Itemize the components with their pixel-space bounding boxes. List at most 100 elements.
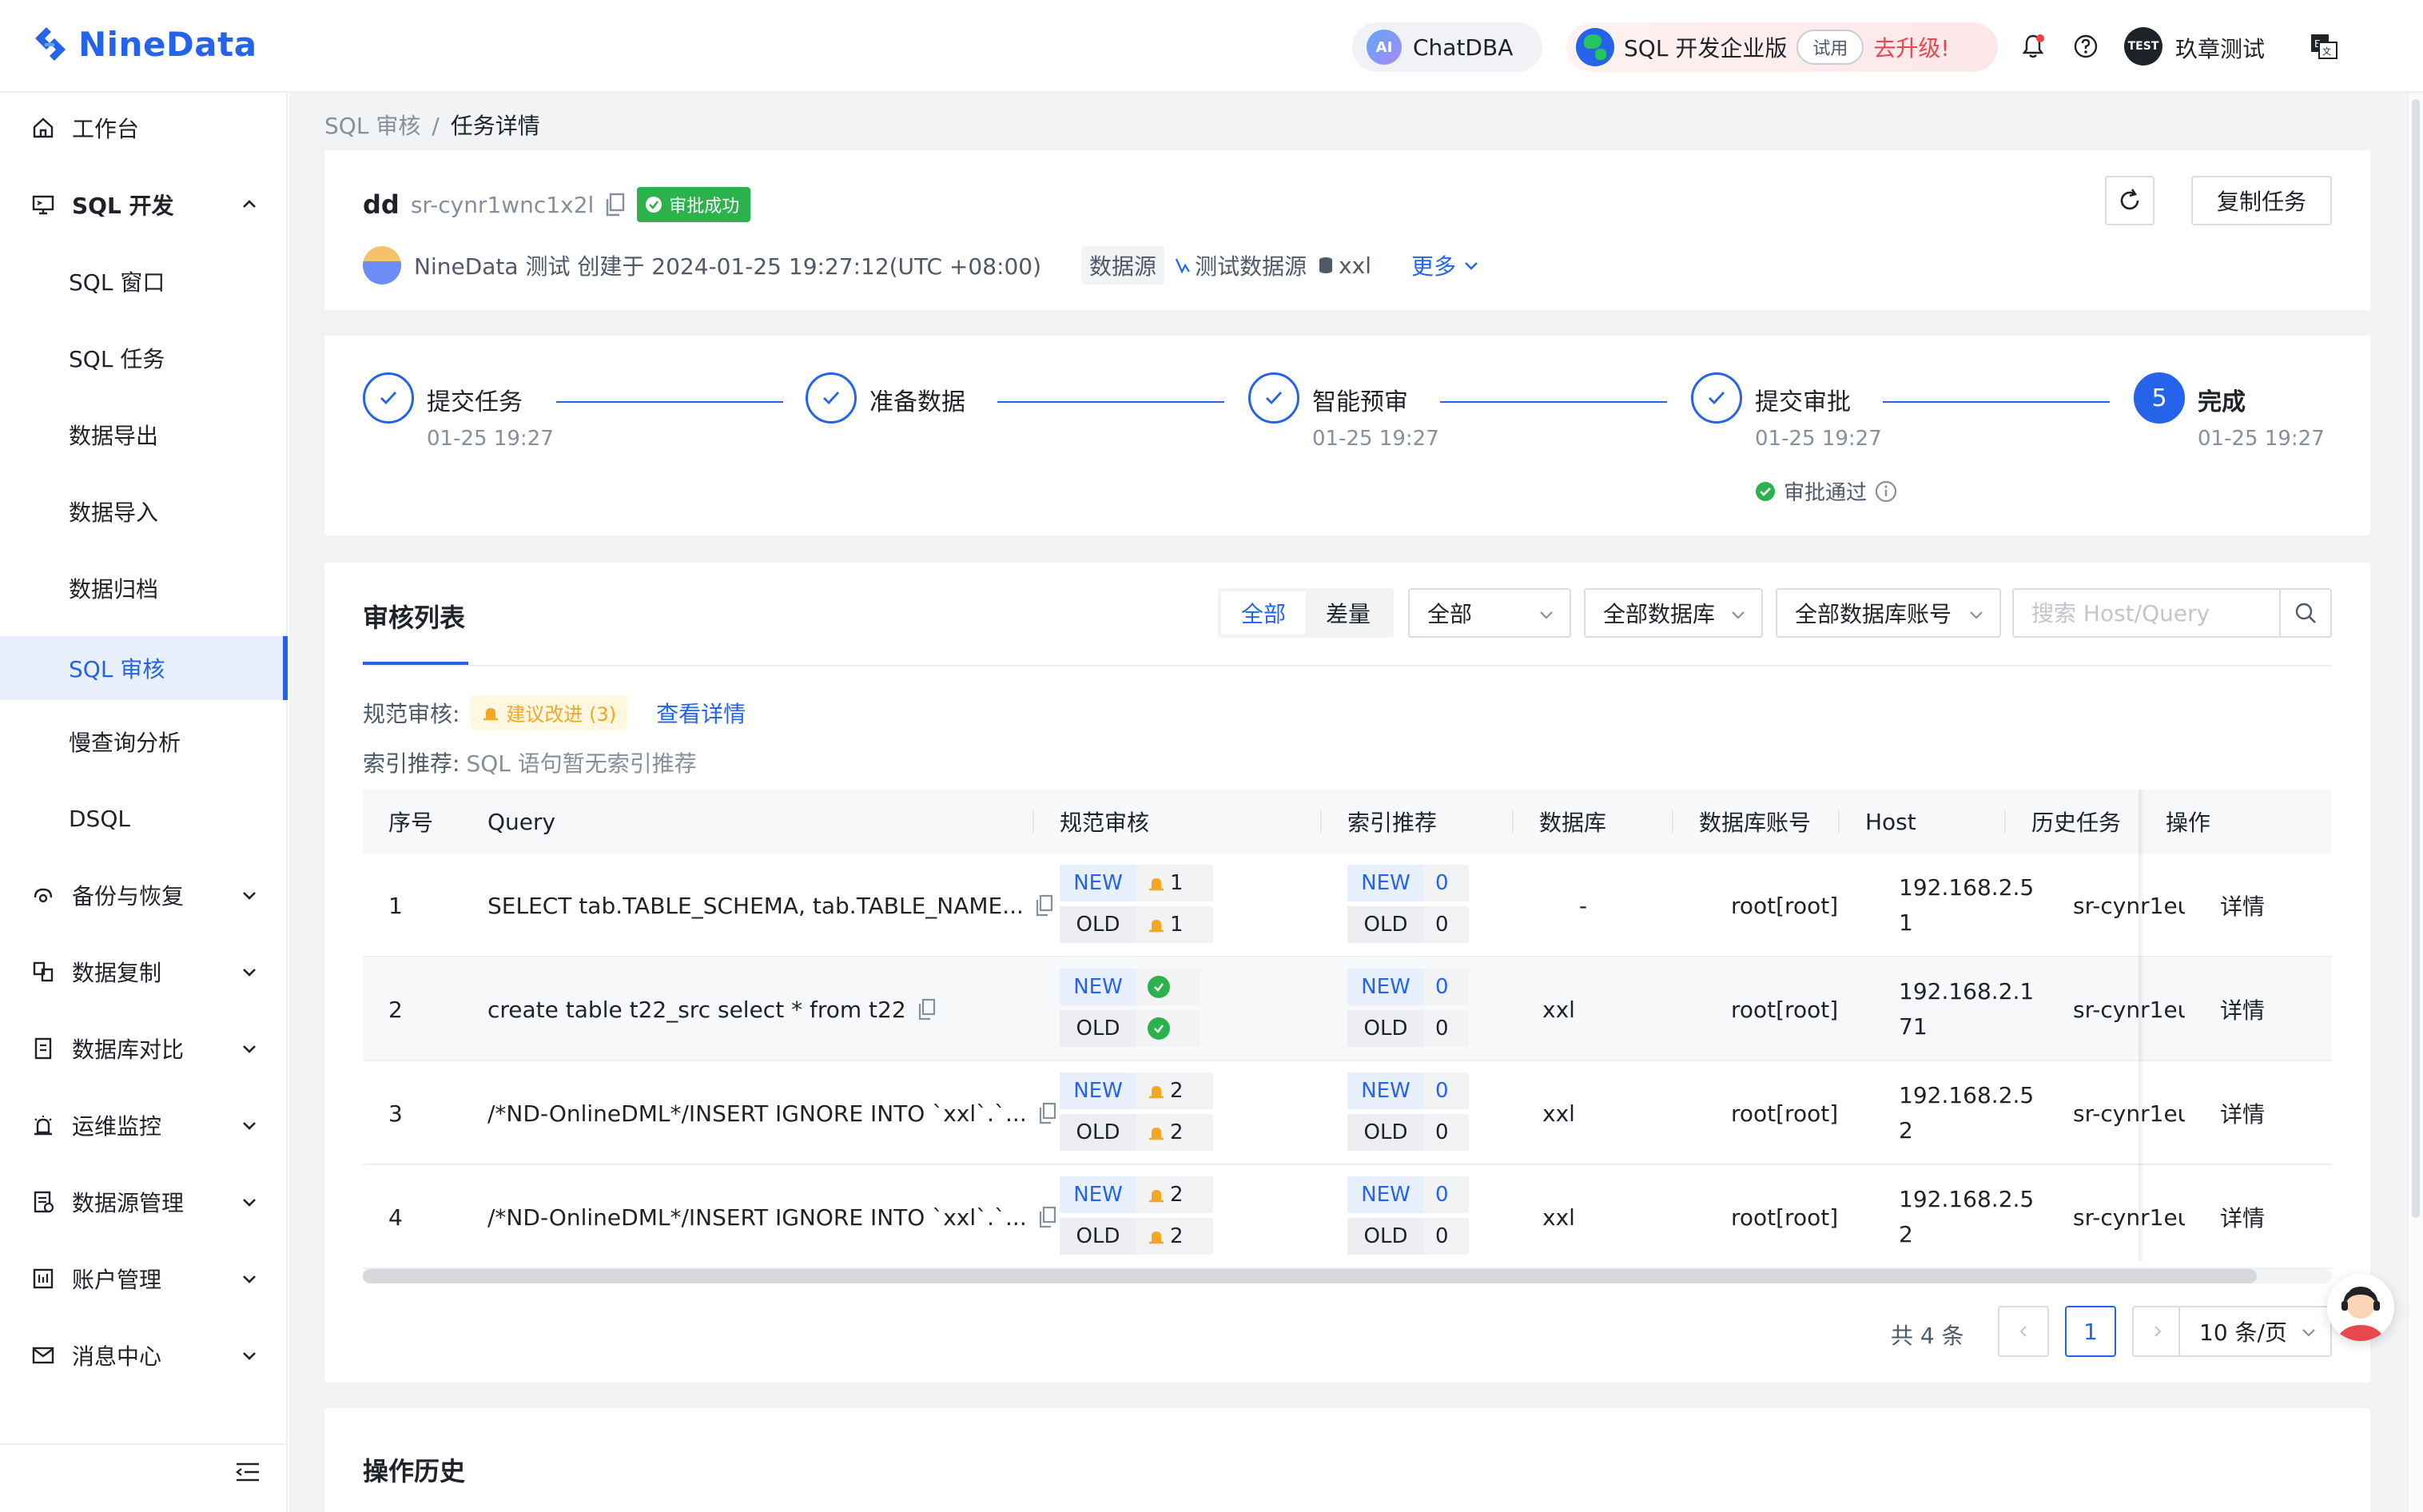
history-task-link[interactable]: sr-cynr1euv <box>2073 1165 2185 1269</box>
datasource-icon <box>30 1189 56 1215</box>
segment-diff[interactable]: 差量 <box>1306 591 1391 635</box>
copy-icon[interactable] <box>1035 894 1054 917</box>
sidebar-item-data-import[interactable]: 数据导入 <box>0 479 288 543</box>
chatdba-button[interactable]: AI ChatDBA <box>1352 22 1542 72</box>
search-button[interactable] <box>2279 590 2330 636</box>
sidebar-item-label: 数据导入 <box>69 499 159 526</box>
history-task-link[interactable]: sr-cynr1euv <box>2073 957 2185 1061</box>
table-horizontal-scrollbar[interactable] <box>363 1269 2332 1283</box>
sidebar-item-messages[interactable]: 消息中心 <box>0 1323 288 1387</box>
sidebar-item-slow-query[interactable]: 慢查询分析 <box>0 710 288 774</box>
page-scrollbar[interactable] <box>2407 93 2423 1512</box>
more-link[interactable]: 更多 <box>1411 249 1480 281</box>
sidebar-item-sql-review[interactable]: SQL 审核 <box>0 636 288 700</box>
query-text[interactable]: create table t22_src select * from t22 <box>487 997 906 1023</box>
query-cell: create table t22_src select * from t22 <box>487 957 937 1061</box>
info-icon[interactable] <box>1875 480 1897 503</box>
norm-review-row: 规范审核: 建议改进 (3) 查看详情 <box>363 695 746 730</box>
detail-link[interactable]: 详情 <box>2220 853 2265 957</box>
new-tag: NEW <box>1060 1072 1136 1109</box>
sidebar-item-monitoring[interactable]: 运维监控 <box>0 1093 288 1157</box>
norm-old-count[interactable]: 1 <box>1136 906 1213 943</box>
account-select[interactable]: 全部数据库账号 <box>1776 588 2001 638</box>
history-task-link[interactable]: sr-cynr1euv <box>2073 853 2185 957</box>
user-name[interactable]: 玖章测试 <box>2175 32 2265 64</box>
query-text[interactable]: /*ND-OnlineDML*/INSERT IGNORE INTO `xxl`… <box>487 1204 1027 1231</box>
language-switch-icon[interactable]: En文 <box>2308 30 2340 62</box>
status-select[interactable]: 全部 <box>1408 588 1571 638</box>
copy-icon[interactable] <box>1038 1102 1057 1124</box>
detail-link[interactable]: 详情 <box>2220 1165 2265 1269</box>
database-icon <box>1319 257 1333 273</box>
history-task-link[interactable]: sr-cynr1euv <box>2073 1061 2185 1165</box>
alarm-icon <box>1149 878 1164 891</box>
refresh-button[interactable] <box>2105 176 2154 225</box>
datasource-name[interactable]: 测试数据源 <box>1195 249 1307 281</box>
sidebar-item-label: SQL 任务 <box>69 346 165 372</box>
edition-banner[interactable]: SQL 开发企业版 试用 去升级! <box>1566 22 1998 72</box>
detail-link[interactable]: 详情 <box>2220 957 2265 1061</box>
column-header: 数据库 <box>1539 810 1607 836</box>
norm-old-count[interactable]: 2 <box>1136 1218 1213 1255</box>
sidebar-item-account[interactable]: 账户管理 <box>0 1247 288 1311</box>
page-size-select[interactable]: 10 条/页 <box>2178 1306 2332 1357</box>
page-button[interactable]: 1 <box>2065 1306 2116 1357</box>
bell-icon[interactable] <box>2017 30 2049 62</box>
new-tag: NEW <box>1060 969 1136 1005</box>
segment-all[interactable]: 全部 <box>1221 591 1306 635</box>
detail-link[interactable]: 详情 <box>2220 1061 2265 1165</box>
new-tag: NEW <box>1347 1176 1424 1213</box>
sidebar-item-label: 数据源管理 <box>72 1190 185 1216</box>
upgrade-link[interactable]: 去升级! <box>1873 31 1949 63</box>
user-avatar[interactable]: TEST <box>2124 27 2162 66</box>
sidebar-item-sql-dev[interactable]: SQL 开发 <box>0 173 288 237</box>
row-number: 2 <box>388 996 403 1023</box>
database-select[interactable]: 全部数据库 <box>1584 588 1763 638</box>
sidebar-item-backup[interactable]: 备份与恢复 <box>0 863 288 927</box>
new-tag: NEW <box>1060 865 1136 901</box>
sidebar-item-sql-task[interactable]: SQL 任务 <box>0 326 288 390</box>
sidebar: 工作台 SQL 开发 SQL 窗口 SQL 任务 数据导出 数据导入 数据归档 … <box>0 93 288 1512</box>
chevron-right-icon <box>2154 1326 2162 1337</box>
norm-new-count[interactable]: 2 <box>1136 1072 1213 1109</box>
sidebar-item-db-compare[interactable]: 数据库对比 <box>0 1017 288 1080</box>
view-details-link[interactable]: 查看详情 <box>656 697 746 729</box>
sidebar-item-workbench[interactable]: 工作台 <box>0 96 288 160</box>
review-list-title[interactable]: 审核列表 <box>363 598 465 635</box>
prev-page-button[interactable] <box>1998 1306 2049 1357</box>
norm-new-count[interactable]: 2 <box>1136 1176 1213 1213</box>
logo[interactable]: NineData <box>30 24 257 64</box>
help-icon[interactable] <box>2070 30 2102 62</box>
old-tag: OLD <box>1347 906 1424 943</box>
query-text[interactable]: SELECT tab.TABLE_SCHEMA, tab.TABLE_NAME.… <box>487 893 1024 919</box>
search-input[interactable] <box>2014 590 2281 636</box>
assistant-avatar-button[interactable] <box>2327 1274 2394 1341</box>
copy-icon[interactable] <box>605 193 626 217</box>
task-id: sr-cynr1wnc1x2l <box>410 191 595 218</box>
copy-icon[interactable] <box>1038 1206 1057 1228</box>
globe-icon <box>1576 28 1614 66</box>
host-cell: 192.168.2.171 <box>1899 978 2035 1040</box>
copy-task-button[interactable]: 复制任务 <box>2191 176 2332 225</box>
index-old-count: 0 <box>1424 1010 1469 1047</box>
alarm-icon <box>1149 920 1164 933</box>
collapse-sidebar-icon[interactable] <box>233 1458 262 1486</box>
scrollbar-thumb[interactable] <box>363 1269 2257 1283</box>
next-page-button[interactable] <box>2132 1306 2183 1357</box>
sidebar-item-datasource[interactable]: 数据源管理 <box>0 1170 288 1234</box>
query-text[interactable]: /*ND-OnlineDML*/INSERT IGNORE INTO `xxl`… <box>487 1100 1027 1127</box>
copy-icon[interactable] <box>917 998 937 1021</box>
account-cell: root[root] <box>1731 996 1839 1023</box>
norm-old-count[interactable]: 2 <box>1136 1114 1213 1151</box>
sidebar-item-data-archive[interactable]: 数据归档 <box>0 556 288 620</box>
sidebar-item-replication[interactable]: 数据复制 <box>0 940 288 1004</box>
norm-new-count[interactable]: 1 <box>1136 865 1213 901</box>
chevron-down-icon <box>243 1199 256 1207</box>
column-divider <box>2004 810 2006 833</box>
index-recommend-cell: NEW 0 OLD 0 <box>1347 1176 1469 1259</box>
sidebar-item-data-export[interactable]: 数据导出 <box>0 403 288 467</box>
sidebar-item-sql-window[interactable]: SQL 窗口 <box>0 249 288 313</box>
sidebar-item-dsql[interactable]: DSQL <box>0 786 288 850</box>
scrollbar-thumb[interactable] <box>2412 99 2420 1218</box>
breadcrumb-parent[interactable]: SQL 审核 <box>324 113 420 139</box>
